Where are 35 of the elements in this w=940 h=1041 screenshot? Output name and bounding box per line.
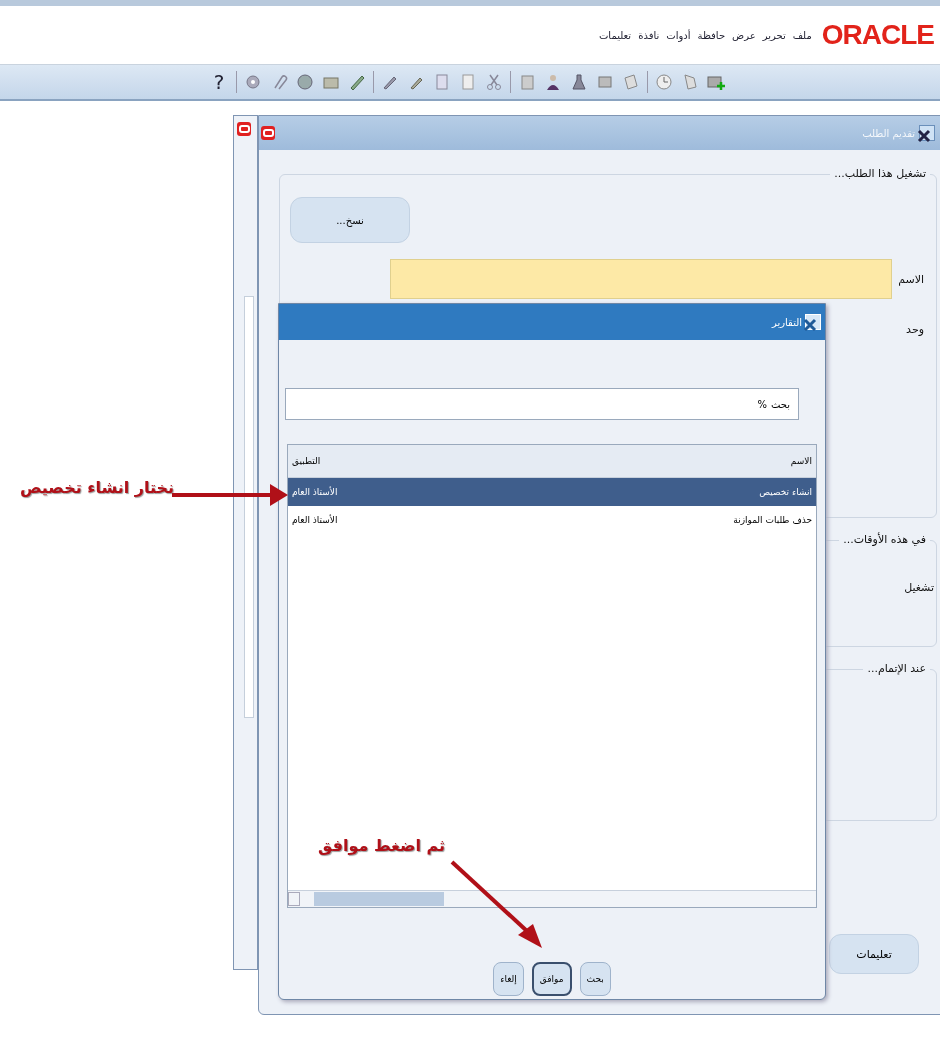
menu-item[interactable]: تعليمات [598,29,632,41]
dialog-title: التقارير [771,316,802,328]
help-button[interactable]: ? [213,70,225,94]
dialog-button[interactable]: موافق [531,962,572,996]
table-row[interactable]: حذف طلبات الموازنة الأستاذ العام [288,506,816,534]
field-label: الاسم [898,272,924,286]
scrollbar[interactable] [244,296,254,718]
field-label: تشغيل [904,581,934,594]
menu-item[interactable]: أدوات [666,29,691,41]
menu-item[interactable]: نافذة [638,29,660,41]
group-title: في هذه الأوقات... [839,533,930,546]
name-field[interactable] [390,259,893,299]
copy-button[interactable]: نسخ... [290,197,410,243]
horizontal-scrollbar[interactable] [288,890,816,907]
group-title: عند الإتمام... [863,662,930,675]
search-field[interactable]: بحث % [285,388,799,420]
dialog-button[interactable]: بحث [579,962,611,996]
field-label: وحد [906,323,924,336]
menu-item[interactable]: ملف [792,29,812,41]
menu-item[interactable]: عرض [732,29,756,41]
table-row[interactable]: انشاء تخصيص الأستاذ العام [288,478,816,506]
column-header: الاسم [790,456,812,466]
annotation-text: نختار انشاء تخصيص [20,478,175,497]
window-icon [261,126,275,140]
window-title: تقديم الطلب [862,127,915,139]
menu-item[interactable]: حافظة [697,29,726,41]
dialog-button[interactable]: إلغاء [493,962,524,996]
menu-item[interactable]: تحرير [762,29,786,41]
help-button[interactable]: تعليمات [829,934,919,974]
window-icon [237,122,251,136]
oracle-logo: ORACLE [821,19,934,51]
column-header: التطبيق [292,456,321,466]
group-title: تشغيل هذا الطلب... [830,167,930,180]
annotation-text: ثم اضغط موافق [318,836,446,855]
clock-icon[interactable] [654,72,675,92]
